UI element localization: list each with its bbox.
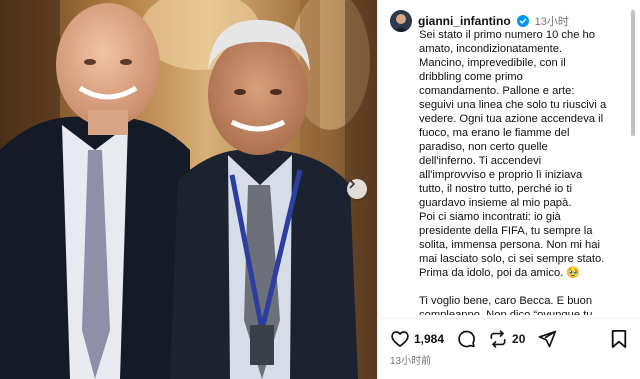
comment-button[interactable] <box>456 329 476 349</box>
post-photo[interactable] <box>0 0 377 379</box>
save-button[interactable] <box>610 329 628 354</box>
divider <box>378 318 640 319</box>
post-caption: Sei stato il primo numero 10 che ho amat… <box>419 28 627 315</box>
scrollbar-thumb[interactable] <box>631 10 635 136</box>
username-link[interactable]: gianni_infantino <box>418 14 511 28</box>
caption-paragraph: Sei stato il primo numero 10 che ho amat… <box>419 29 607 279</box>
comment-icon <box>458 330 475 348</box>
photo-illustration <box>0 0 377 379</box>
post-detail-panel: gianni_infantino 13小时 Sei stato il primo… <box>377 0 640 379</box>
next-photo-button[interactable] <box>347 179 367 199</box>
repost-icon <box>490 330 506 348</box>
post-timestamp: 13小时 <box>534 16 569 28</box>
action-bar: 1,984 20 <box>390 328 557 350</box>
caption-scrollbar[interactable] <box>630 6 635 314</box>
verified-badge-icon <box>516 15 529 27</box>
like-button[interactable]: 1,984 <box>390 329 444 349</box>
repost-button[interactable]: 20 <box>488 329 525 349</box>
share-icon <box>539 330 557 348</box>
share-button[interactable] <box>537 329 557 349</box>
caption-paragraph: Ti voglio bene, caro Becca. E buon compl… <box>419 295 593 315</box>
heart-icon <box>391 331 409 347</box>
bookmark-icon <box>611 330 627 348</box>
next-arrow-icon <box>349 179 356 189</box>
avatar[interactable] <box>390 10 412 32</box>
post-date: 13小时前 <box>390 356 432 367</box>
repost-count: 20 <box>512 332 526 346</box>
like-count: 1,984 <box>414 332 445 346</box>
